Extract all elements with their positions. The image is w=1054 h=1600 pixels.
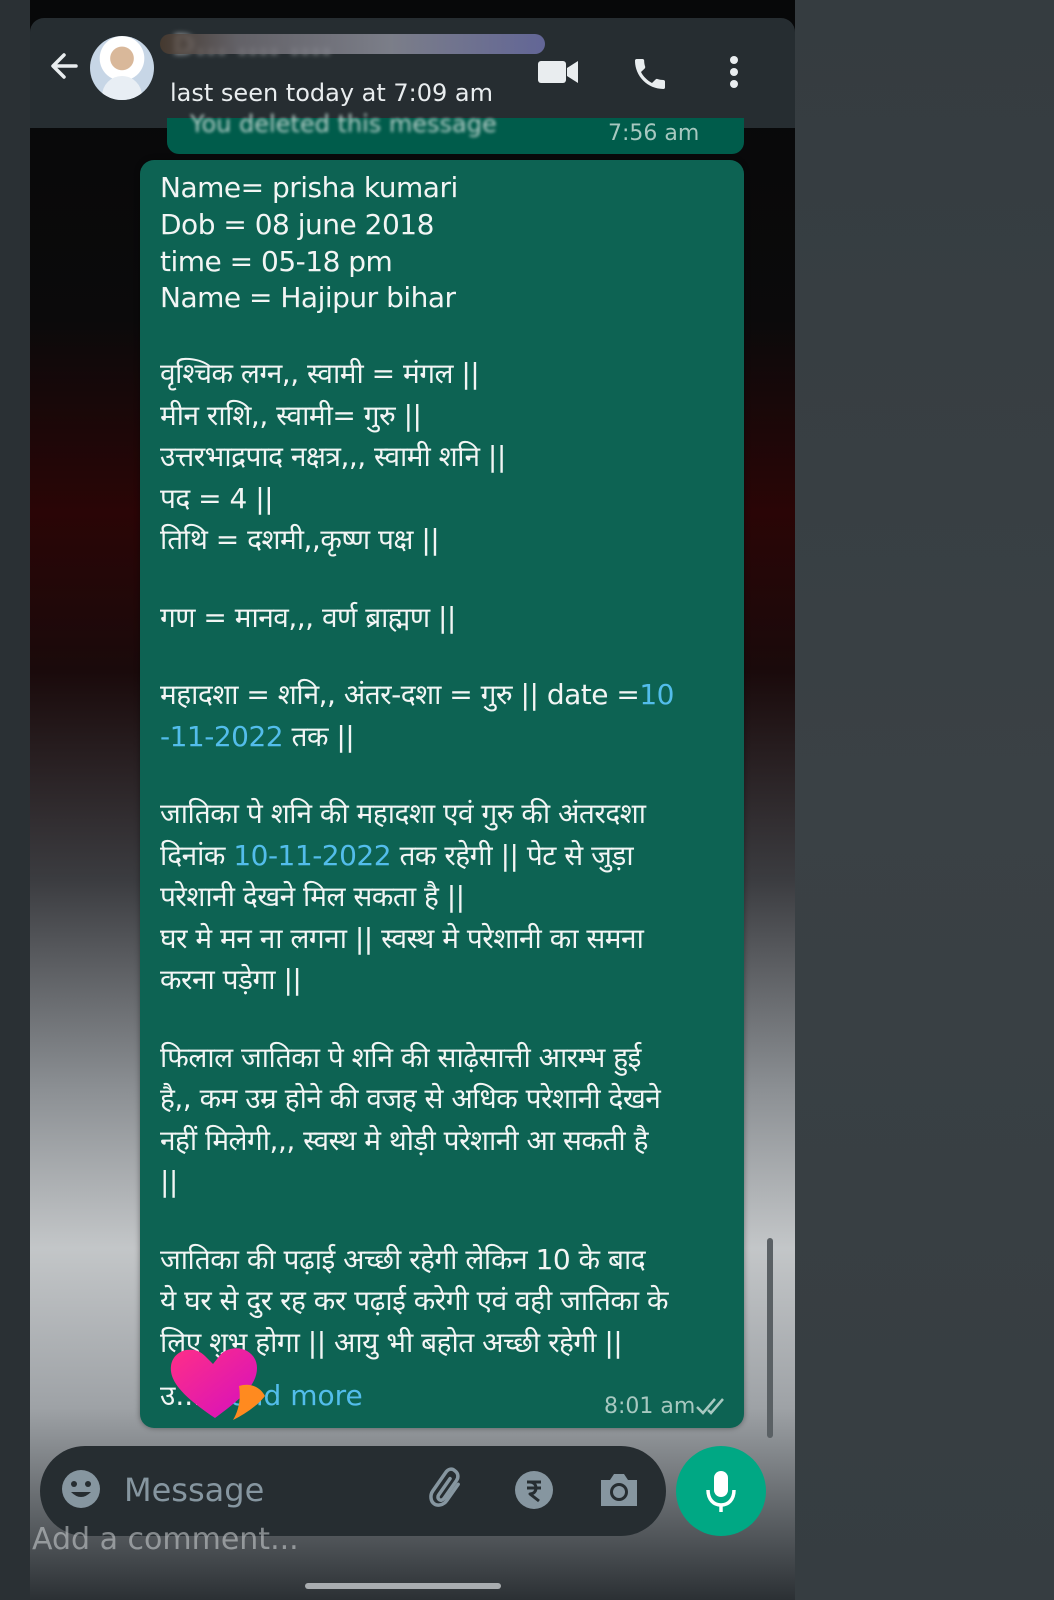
home-indicator[interactable]	[305, 1583, 501, 1589]
message-line: करना पड़ेगा ||	[160, 963, 302, 997]
more-options-icon[interactable]	[724, 52, 744, 92]
last-seen-status: last seen today at 7:09 am	[170, 79, 494, 107]
date-link[interactable]: 10-11-2022	[233, 839, 391, 872]
message-line: ||	[160, 1165, 178, 1199]
message-line: गण = मानव,,, वर्ण ब्राह्मण ||	[160, 600, 456, 634]
add-comment-field[interactable]: Add a comment...	[32, 1520, 299, 1560]
avatar[interactable]	[90, 36, 154, 100]
message-line: है,, कम उम्र होने की वजह से अधिक परेशानी…	[160, 1082, 661, 1116]
message-line: Name = Hajipur bihar	[160, 281, 456, 315]
message-input[interactable]: Message	[124, 1470, 264, 1510]
right-blur-panel	[795, 0, 1054, 1600]
message-line: -11-2022 तक ||	[160, 719, 355, 753]
camera-icon[interactable]	[597, 1470, 641, 1510]
attach-icon[interactable]	[425, 1466, 473, 1514]
deleted-message-time: 7:56 am	[608, 121, 700, 146]
rupee-icon[interactable]	[514, 1470, 554, 1510]
message-time: 8:01 am	[604, 1394, 696, 1419]
message-line: फिलाल जातिका पे शनि की साढ़ेसात्ती आरम्भ…	[160, 1040, 641, 1074]
message-line: उत्तरभाद्रपाद नक्षत्र,,, स्वामी शनि ||	[160, 440, 506, 474]
message-line: time = 05-18 pm	[160, 244, 393, 278]
mic-icon[interactable]	[700, 1468, 742, 1514]
message-text: Name= prisha kumari Dob = 08 june 2018 t…	[160, 170, 730, 1363]
phone-icon[interactable]	[630, 54, 670, 94]
message-line: मीन राशि,, स्वामी= गुरु ||	[160, 398, 422, 432]
video-call-icon[interactable]	[537, 58, 579, 86]
message-line: जातिका की पढ़ाई अच्छी रहेगी लेकिन 10 के …	[160, 1242, 646, 1276]
double-tick-icon	[695, 1394, 729, 1418]
deleted-message-text: You deleted this message	[190, 110, 497, 138]
redaction-scribble	[160, 34, 545, 54]
message-line: पद = 4 ||	[160, 481, 274, 515]
back-arrow-icon[interactable]	[44, 46, 84, 86]
heart-icon	[165, 1340, 269, 1424]
message-line: Dob = 08 june 2018	[160, 207, 434, 241]
message-line: दिनांक 10-11-2022 तक रहेगी || पेट से जुड…	[160, 838, 634, 872]
date-link[interactable]: -11-2022	[160, 720, 284, 753]
emoji-icon[interactable]	[60, 1468, 102, 1510]
message-line: Name= prisha kumari	[160, 171, 458, 204]
date-link[interactable]: 10	[639, 678, 674, 711]
scrollbar[interactable]	[767, 1238, 773, 1438]
message-line: घर मे मन ना लगना || स्वस्थ मे परेशानी का…	[160, 921, 644, 955]
message-line: वृश्चिक लग्न,, स्वामी = मंगल ||	[160, 357, 480, 391]
message-line: जातिका पे शनि की महादशा एवं गुरु की अंतर…	[160, 797, 646, 831]
message-line: नहीं मिलेगी,,, स्वस्थ मे थोड़ी परेशानी आ…	[160, 1123, 648, 1157]
message-line: ये घर से दुर रह कर पढ़ाई करेगी एवं वही ज…	[160, 1284, 669, 1318]
message-line: परेशानी देखने मिल सकता है ||	[160, 880, 465, 914]
message-line: तिथि = दशमी,,कृष्ण पक्ष ||	[160, 523, 440, 557]
message-line: महादशा = शनि,, अंतर-दशा = गुरु || date =…	[160, 678, 674, 712]
